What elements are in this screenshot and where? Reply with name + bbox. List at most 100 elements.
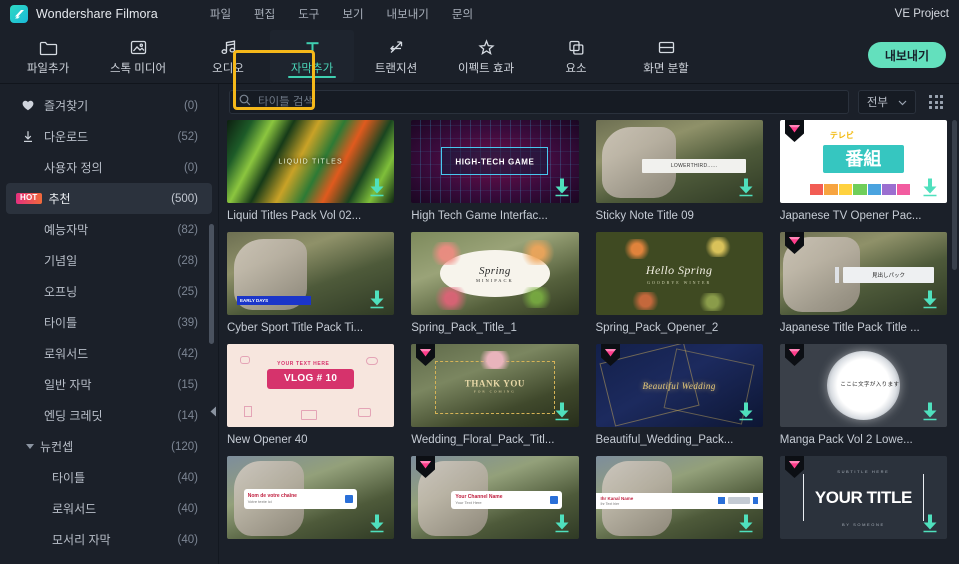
menu-edit[interactable]: 편집 — [254, 6, 275, 22]
template-card[interactable]: Ihr Kanal Name Ihr Text hier — [595, 456, 763, 556]
filter-dropdown[interactable]: 전부 — [857, 90, 916, 114]
template-card[interactable]: VLOG # 10 YOUR TEXT HERE New Opener 40 — [227, 344, 395, 456]
template-card[interactable]: 見出しパック Japanese Title Pack Title ... — [779, 232, 947, 344]
sidebar-item-title[interactable]: 타이틀 (39) — [6, 307, 212, 338]
template-card[interactable]: ここに文字が入ります Manga Pack Vol 2 Lowe... — [779, 344, 947, 456]
grid-bottom-mask — [219, 558, 959, 564]
sidebar-scrollbar[interactable] — [209, 224, 214, 344]
download-arrow-icon[interactable] — [737, 513, 755, 533]
sidebar-item-variety-subtitle[interactable]: 예능자막 (82) — [6, 214, 212, 245]
template-thumbnail[interactable]: Nom de votre chaîne Votre texte ici — [227, 456, 395, 539]
download-arrow-icon[interactable] — [737, 177, 755, 197]
sidebar-item-custom[interactable]: 사용자 정의 (0) — [6, 152, 212, 183]
template-card-title: Liquid Titles Pack Vol 02... — [227, 210, 362, 222]
sidebar-subitem-corner-subtitle[interactable]: 모서리 자막 (40) — [6, 524, 212, 555]
download-arrow-icon[interactable] — [368, 513, 386, 533]
template-thumbnail[interactable]: 番組 テレビ — [779, 120, 947, 203]
download-arrow-icon[interactable] — [921, 177, 939, 197]
tool-elements[interactable]: 요소 — [534, 30, 618, 82]
template-card[interactable]: 番組 テレビ Japanese TV Opener Pac... — [779, 120, 947, 232]
search-input[interactable] — [258, 96, 839, 108]
template-card-title: Manga Pack Vol 2 Lowe... — [779, 434, 913, 446]
menu-file[interactable]: 파일 — [210, 6, 231, 22]
template-card[interactable]: LOWERTHIRD...... Sticky Note Title 09 — [595, 120, 763, 232]
panel-collapse-arrow-icon[interactable] — [207, 396, 218, 426]
tool-stock-media[interactable]: 스톡 미디어 — [90, 30, 186, 82]
template-thumbnail[interactable]: Spring MINIPACK — [411, 232, 579, 315]
template-thumbnail[interactable]: Your Channel Name Your Text Here — [411, 456, 579, 539]
sidebar-item-count: (28) — [177, 254, 198, 267]
template-thumbnail[interactable]: LIQUID TITLES — [227, 120, 395, 203]
template-thumbnail[interactable]: 見出しパック — [779, 232, 947, 315]
download-arrow-icon[interactable] — [921, 289, 939, 309]
menu-export[interactable]: 내보내기 — [387, 6, 429, 22]
sidebar-item-recommended[interactable]: HOT 추천 (500) — [6, 183, 212, 214]
template-thumbnail[interactable]: Ihr Kanal Name Ihr Text hier — [595, 456, 763, 539]
template-thumbnail[interactable]: Hello Spring GOODBYE WINTER — [595, 232, 763, 315]
template-card[interactable]: THANK YOU FOR COMING Wedding_Floral_Pack… — [411, 344, 579, 456]
template-thumbnail[interactable]: EARLY DAYS — [227, 232, 395, 315]
template-card[interactable]: Your Channel Name Your Text Here — [411, 456, 579, 556]
template-grid-scroll[interactable]: LIQUID TITLES Liquid Titles Pack Vol 02.… — [219, 120, 959, 564]
sidebar-item-label: 로워서드 — [44, 347, 89, 361]
music-note-icon — [219, 36, 238, 56]
template-thumbnail[interactable]: VLOG # 10 YOUR TEXT HERE — [227, 344, 395, 427]
tool-transition[interactable]: 트랜지션 — [354, 30, 438, 82]
sidebar-item-downloads[interactable]: 다운로드 (52) — [6, 121, 212, 152]
tool-label: 파일추가 — [26, 62, 70, 75]
download-arrow-icon[interactable] — [368, 177, 386, 197]
template-card[interactable]: Nom de votre chaîne Votre texte ici — [227, 456, 395, 556]
download-arrow-icon[interactable] — [921, 513, 939, 533]
template-card-title: Japanese Title Pack Title ... — [779, 322, 920, 334]
sidebar-item-label: 타이틀 — [44, 316, 78, 330]
tool-audio[interactable]: 오디오 — [186, 30, 270, 82]
template-card[interactable]: Hello Spring GOODBYE WINTER Spring_Pack_… — [595, 232, 763, 344]
template-card[interactable]: YOUR TITLE SUBTITLE HERE BY SOMEONE — [779, 456, 947, 556]
download-arrow-icon[interactable] — [921, 401, 939, 421]
template-card[interactable]: Spring MINIPACK Spring_Pack_Title_1 — [411, 232, 579, 344]
template-thumbnail[interactable]: Beautiful Wedding — [595, 344, 763, 427]
template-thumbnail[interactable]: LOWERTHIRD...... — [595, 120, 763, 203]
template-thumbnail[interactable]: YOUR TITLE SUBTITLE HERE BY SOMEONE — [779, 456, 947, 539]
template-card[interactable]: EARLY DAYS Cyber Sport Title Pack Ti... — [227, 232, 395, 344]
sidebar-item-label: 타이틀 — [52, 471, 86, 485]
tool-effects[interactable]: 이펙트 효과 — [438, 30, 534, 82]
sidebar-item-opening[interactable]: 오프닝 (25) — [6, 276, 212, 307]
template-thumbnail[interactable]: HIGH-TECH GAME — [411, 120, 579, 203]
template-thumbnail[interactable]: THANK YOU FOR COMING — [411, 344, 579, 427]
grid-view-toggle[interactable] — [925, 91, 947, 113]
sidebar-subitem-lower-third[interactable]: 로워서드 (40) — [6, 493, 212, 524]
tool-add-subtitle[interactable]: 자막추가 — [270, 29, 354, 82]
template-card-title: Wedding_Floral_Pack_Titl... — [411, 434, 555, 446]
download-arrow-icon[interactable] — [737, 401, 755, 421]
tool-split-screen[interactable]: 화면 분할 — [618, 30, 714, 82]
menu-bar: 파일 편집 도구 보기 내보내기 문의 — [210, 6, 473, 22]
template-card[interactable]: LIQUID TITLES Liquid Titles Pack Vol 02.… — [227, 120, 395, 232]
download-arrow-icon[interactable] — [553, 401, 571, 421]
sidebar-item-lower-third[interactable]: 로워서드 (42) — [6, 338, 212, 369]
download-arrow-icon[interactable] — [553, 513, 571, 533]
sidebar-item-end-credits[interactable]: 엔딩 크레딧 (14) — [6, 400, 212, 431]
menu-view[interactable]: 보기 — [342, 6, 363, 22]
sidebar-subitem-title[interactable]: 타이틀 (40) — [6, 462, 212, 493]
tool-add-file[interactable]: 파일추가 — [6, 30, 90, 82]
search-box[interactable] — [229, 90, 849, 114]
sidebar-item-anniversary[interactable]: 기념일 (28) — [6, 245, 212, 276]
export-button[interactable]: 내보내기 — [867, 42, 946, 68]
template-card[interactable]: Beautiful Wedding Beautiful_Wedding_Pack… — [595, 344, 763, 456]
template-card-title: Spring_Pack_Title_1 — [411, 322, 517, 334]
premium-gem-icon — [600, 344, 620, 366]
sidebar-item-new-concept[interactable]: 뉴컨셉 (120) — [6, 431, 212, 462]
content-panel: 전부 LIQUID TITLES Liquid Titles Pack Vol … — [218, 84, 959, 564]
template-grid: LIQUID TITLES Liquid Titles Pack Vol 02.… — [227, 120, 947, 556]
menu-contact[interactable]: 문의 — [452, 6, 473, 22]
menu-tools[interactable]: 도구 — [298, 6, 319, 22]
template-thumbnail[interactable]: ここに文字が入ります — [779, 344, 947, 427]
content-scrollbar[interactable] — [952, 120, 957, 270]
template-card[interactable]: HIGH-TECH GAME High Tech Game Interfac..… — [411, 120, 579, 232]
sidebar-item-favorites[interactable]: 즐겨찾기 (0) — [6, 90, 212, 121]
sidebar-item-general-subtitle[interactable]: 일반 자막 (15) — [6, 369, 212, 400]
download-arrow-icon[interactable] — [553, 177, 571, 197]
sidebar-item-label: 일반 자막 — [44, 378, 92, 392]
download-arrow-icon[interactable] — [368, 289, 386, 309]
